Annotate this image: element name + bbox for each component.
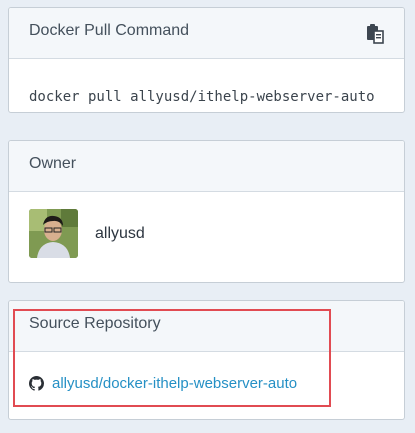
avatar-photo-icon bbox=[29, 209, 78, 258]
docker-pull-command-header: Docker Pull Command bbox=[9, 8, 404, 59]
owner-row: allyusd bbox=[29, 209, 145, 258]
docker-pull-command-text[interactable]: docker pull allyusd/ithelp-webserver-aut… bbox=[29, 89, 383, 105]
copy-clipboard-icon[interactable] bbox=[366, 24, 384, 44]
owner-name[interactable]: allyusd bbox=[95, 225, 145, 243]
source-repository-panel: Source Repository allyusd/docker-ithelp-… bbox=[8, 300, 405, 420]
source-repository-title: Source Repository bbox=[29, 315, 161, 332]
source-repository-header: Source Repository bbox=[9, 301, 404, 352]
docker-pull-command-panel: Docker Pull Command docker pull allyusd/… bbox=[8, 7, 405, 113]
avatar[interactable] bbox=[29, 209, 78, 258]
owner-panel: Owner allyusd bbox=[8, 140, 405, 283]
source-repository-row: allyusd/docker-ithelp-webserver-auto bbox=[29, 375, 297, 392]
owner-title: Owner bbox=[29, 155, 77, 172]
github-icon bbox=[29, 376, 44, 391]
owner-header: Owner bbox=[9, 141, 404, 192]
source-repository-link[interactable]: allyusd/docker-ithelp-webserver-auto bbox=[52, 375, 297, 392]
docker-pull-command-title: Docker Pull Command bbox=[29, 22, 190, 39]
